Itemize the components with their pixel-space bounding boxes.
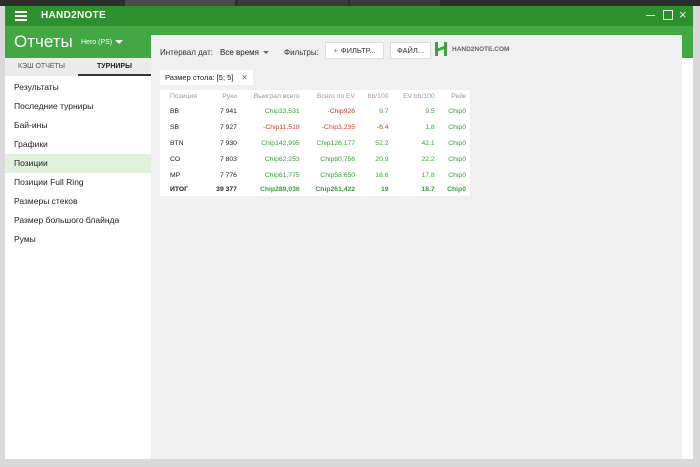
cell-ev-bb100: 17.8 [421, 171, 435, 179]
filter-chip-table-size[interactable]: Размер стола: [5; 5] ✕ [160, 70, 253, 85]
cell-ev-bb100: 42.1 [421, 139, 435, 147]
add-filter-label: ФИЛЬТР... [340, 46, 376, 55]
date-interval-value: Все время [220, 48, 259, 57]
cell-ev-bb100: 22.2 [421, 155, 435, 163]
sidebar-item-graphs[interactable]: Графики [5, 135, 151, 154]
filter-chip-label: Размер стола: [5; 5] [165, 73, 234, 82]
cell-position: SB [170, 123, 180, 131]
date-interval-dropdown[interactable]: Все время [220, 48, 269, 57]
maximize-icon[interactable] [662, 9, 674, 21]
table-row[interactable]: SB 7 927 -Chip11,518 -Chip3,235 -6.4 1.8… [160, 119, 470, 135]
sidebar-item-rooms[interactable]: Румы [5, 230, 151, 249]
app-window: HAND2NOTE × Отчеты Hero (PS) КЭШ ОТЧЕТЫ … [5, 6, 693, 459]
hand2note-logo-text: HAND2NOTE.COM [452, 46, 510, 53]
cell-total-ev: Chip261,422 [315, 186, 356, 193]
report-content: Интервал дат: Все время Фильтры: + ФИЛЬТР… [151, 35, 682, 459]
table-row[interactable]: CO 7 803 Chip62,253 Chip80,756 20.9 22.2… [160, 151, 470, 167]
file-button[interactable]: ФАЙЛ... [390, 42, 431, 59]
add-filter-button[interactable]: + ФИЛЬТР... [325, 42, 384, 59]
cell-ev-total: -Chip3,235 [321, 123, 356, 131]
hand2note-logo-icon [435, 42, 447, 56]
sidebar-item-results[interactable]: Результаты [5, 78, 151, 97]
cell-hands: 7 941 [219, 107, 237, 115]
cell-total-bb100: 19 [380, 186, 389, 193]
cell-position: MP [170, 171, 181, 179]
cell-position: BTN [170, 139, 184, 147]
hamburger-menu-icon[interactable] [15, 11, 27, 21]
cell-bb100: 9.7 [379, 107, 389, 115]
table-total-row: ИТОГ 39 377 Chip289,036 Chip261,422 19 1… [160, 183, 470, 196]
cell-total-hands: 39 377 [216, 186, 237, 193]
cell-ev-total: -Chip926 [327, 107, 356, 115]
cell-position: CO [170, 155, 181, 163]
cell-ev-total: Chip58,650 [320, 171, 356, 179]
column-header-won-total[interactable]: Выиграл всего [241, 90, 304, 103]
column-header-rake[interactable]: Рейк [439, 90, 470, 103]
cell-total-ev-bb100: 18.7 [421, 186, 435, 193]
title-bar: HAND2NOTE × [5, 6, 693, 26]
table-row[interactable]: BB 7 941 Chip33,531 -Chip926 9.7 9.5 Chi… [160, 103, 470, 119]
sidebar-item-positions-full-ring[interactable]: Позиции Full Ring [5, 173, 151, 192]
cell-rake: Chip0 [448, 155, 466, 163]
cell-rake: Chip0 [448, 107, 466, 115]
player-name: Hero (PS) [81, 39, 113, 46]
cell-bb100: 20.9 [375, 155, 389, 163]
close-icon[interactable]: ✕ [241, 73, 247, 82]
tab-tournaments[interactable]: ТУРНИРЫ [78, 58, 151, 76]
cell-hands: 7 930 [219, 139, 237, 147]
sidebar-tabs: КЭШ ОТЧЕТЫ ТУРНИРЫ [5, 58, 151, 76]
chevron-down-icon [263, 51, 269, 55]
chevron-down-icon [115, 40, 124, 45]
table-row[interactable]: BTN 7 930 Chip142,995 Chip126,177 52.2 4… [160, 135, 470, 151]
cell-won-total: Chip62,253 [264, 155, 300, 163]
sidebar-item-recent-tournaments[interactable]: Последние турниры [5, 97, 151, 116]
filter-bar: Интервал дат: Все время Фильтры: + ФИЛЬТР… [151, 35, 682, 70]
positions-table: Позиция Руки Выиграл всего Всего по EV b… [160, 90, 470, 196]
cell-rake: Chip0 [448, 123, 466, 131]
sidebar-item-big-blind-size[interactable]: Размер большого блайнда [5, 211, 151, 230]
cell-ev-total: Chip80,756 [320, 155, 356, 163]
date-interval-label: Интервал дат: [160, 48, 213, 57]
table-header-row: Позиция Руки Выиграл всего Всего по EV b… [160, 90, 470, 103]
cell-ev-bb100: 9.5 [425, 107, 435, 115]
column-header-ev-bb100[interactable]: EV bb/100 [393, 90, 439, 103]
column-header-hands[interactable]: Руки [208, 90, 241, 103]
cell-ev-bb100: 1.8 [425, 123, 435, 131]
column-header-ev-total[interactable]: Всего по EV [304, 90, 359, 103]
filters-label: Фильтры: [284, 48, 319, 57]
cell-won-total: -Chip11,518 [263, 123, 300, 131]
cell-bb100: -6.4 [376, 123, 389, 131]
sidebar: КЭШ ОТЧЕТЫ ТУРНИРЫ Результаты Последние … [5, 58, 151, 459]
close-icon[interactable]: × [679, 8, 691, 21]
tab-cash-reports[interactable]: КЭШ ОТЧЕТЫ [5, 58, 78, 76]
sidebar-item-buy-ins[interactable]: Бай-ины [5, 116, 151, 135]
cell-bb100: 52.2 [375, 139, 389, 147]
minimize-icon[interactable] [645, 9, 657, 21]
cell-rake: Chip0 [448, 139, 466, 147]
page-title: Отчеты [14, 32, 73, 51]
table-row[interactable]: MP 7 776 Chip61,775 Chip58,650 18.6 17.8… [160, 167, 470, 183]
cell-total-rake: Chip0 [447, 186, 466, 193]
cell-total-label: ИТОГ [170, 186, 189, 193]
app-title: HAND2NOTE [41, 10, 106, 21]
sidebar-nav: Результаты Последние турниры Бай-ины Гра… [5, 78, 151, 249]
sidebar-item-stack-sizes[interactable]: Размеры стеков [5, 192, 151, 211]
cell-ev-total: Chip126,177 [316, 139, 356, 147]
cell-won-total: Chip142,995 [261, 139, 300, 147]
plus-icon: + [333, 46, 338, 55]
cell-bb100: 18.6 [375, 171, 389, 179]
cell-total-won: Chip289,036 [259, 186, 300, 193]
column-header-bb100[interactable]: bb/100 [359, 90, 392, 103]
cell-won-total: Chip61,775 [264, 171, 300, 179]
sidebar-item-positions[interactable]: Позиции [5, 154, 151, 173]
cell-rake: Chip0 [448, 171, 466, 179]
cell-hands: 7 776 [219, 171, 237, 179]
column-header-position[interactable]: Позиция [160, 90, 208, 103]
cell-position: BB [170, 107, 180, 115]
cell-hands: 7 927 [219, 123, 237, 131]
cell-hands: 7 803 [219, 155, 237, 163]
cell-won-total: Chip33,531 [264, 107, 300, 115]
player-selector[interactable]: Hero (PS) [81, 39, 124, 46]
